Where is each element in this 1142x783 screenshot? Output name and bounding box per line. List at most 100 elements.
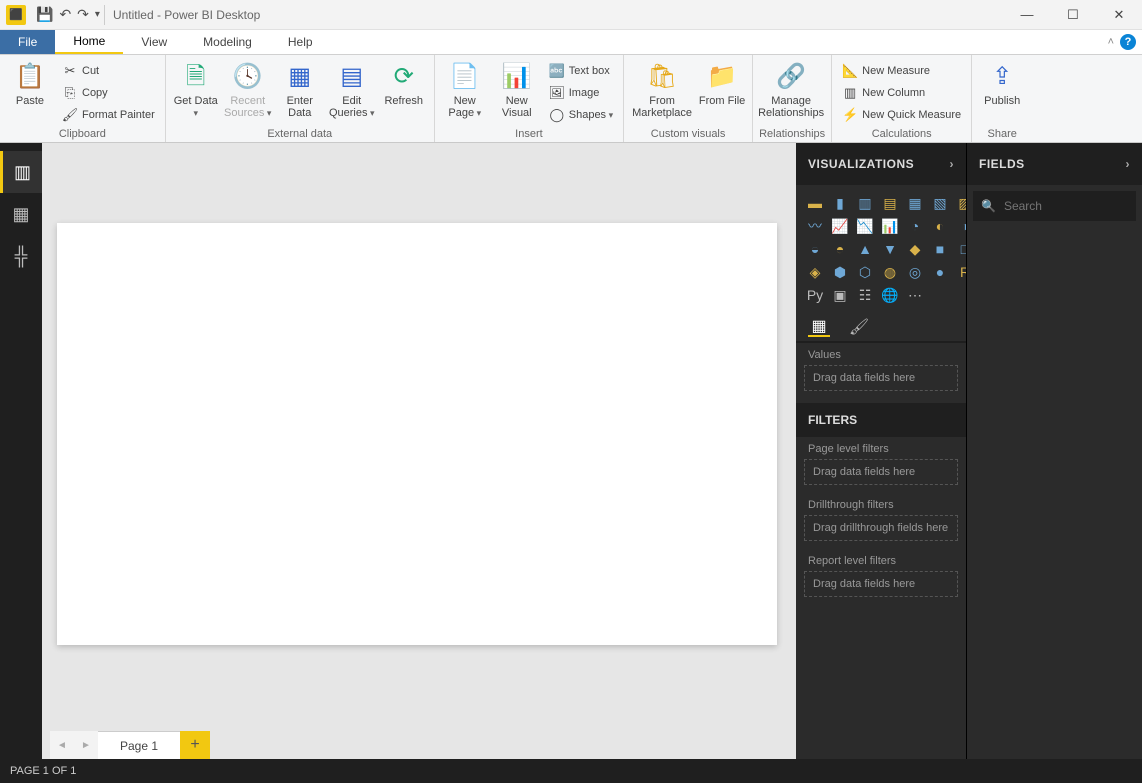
page-prev-button[interactable]: ◄ bbox=[50, 731, 74, 759]
tab-view[interactable]: View bbox=[123, 30, 185, 54]
page-filters-dropzone[interactable]: Drag data fields here bbox=[804, 459, 958, 485]
new-page-button[interactable]: 📄New Page bbox=[441, 57, 489, 119]
nav-report-button[interactable]: ▥ bbox=[0, 151, 42, 193]
viz-key-influencers-icon[interactable]: ▣ bbox=[829, 285, 851, 305]
values-dropzone[interactable]: Drag data fields here bbox=[804, 365, 958, 391]
viz-kpi-icon[interactable]: ⬡ bbox=[854, 262, 876, 282]
new-column-button[interactable]: ▥New Column bbox=[838, 83, 965, 103]
cut-button[interactable]: ✂Cut bbox=[58, 61, 159, 81]
text-box-button[interactable]: 🔤Text box bbox=[545, 61, 617, 81]
page-tab-1[interactable]: Page 1 bbox=[98, 731, 180, 759]
save-icon[interactable]: 💾 bbox=[36, 6, 53, 23]
viz-line-stacked-column-icon[interactable]: 📊 bbox=[879, 216, 901, 236]
add-page-button[interactable]: + bbox=[180, 731, 210, 759]
viz-decomposition-icon[interactable]: ☷ bbox=[854, 285, 876, 305]
viz-matrix-icon[interactable]: ● bbox=[929, 262, 951, 282]
viz-table-icon[interactable]: ◎ bbox=[904, 262, 926, 282]
viz-treemap-icon[interactable]: ▲ bbox=[854, 239, 876, 259]
new-quick-measure-button[interactable]: ⚡New Quick Measure bbox=[838, 105, 965, 125]
viz-area-icon[interactable]: 📈 bbox=[829, 216, 851, 236]
page-next-button[interactable]: ► bbox=[74, 731, 98, 759]
from-file-button[interactable]: 📁From File bbox=[698, 57, 746, 107]
shapes-label: Shapes bbox=[569, 109, 613, 121]
format-painter-button[interactable]: 🖌Format Painter bbox=[58, 105, 159, 125]
window-title: Untitled - Power BI Desktop bbox=[113, 8, 260, 22]
shapes-button[interactable]: ◯Shapes bbox=[545, 105, 617, 125]
format-painter-label: Format Painter bbox=[82, 109, 155, 121]
drillthrough-label: Drillthrough filters bbox=[796, 493, 966, 515]
tab-help[interactable]: Help bbox=[270, 30, 331, 54]
cut-icon: ✂ bbox=[62, 63, 78, 79]
viz-clustered-column-icon[interactable]: ▤ bbox=[879, 193, 901, 213]
viz-filled-map-icon[interactable]: ◆ bbox=[904, 239, 926, 259]
viz-card-icon[interactable]: ◈ bbox=[804, 262, 826, 282]
viz-100-bar-icon[interactable]: ▦ bbox=[904, 193, 926, 213]
format-tool-icon[interactable]: 🖌 bbox=[848, 317, 870, 337]
edit-queries-icon: ▤ bbox=[336, 61, 368, 93]
new-visual-button[interactable]: 📊New Visual bbox=[493, 57, 541, 119]
fields-search-input[interactable] bbox=[1004, 199, 1142, 213]
edit-queries-label: Edit Queries bbox=[328, 95, 376, 119]
marketplace-label: From Marketplace bbox=[630, 95, 694, 119]
copy-button[interactable]: ⎘Copy bbox=[58, 83, 159, 103]
drillthrough-dropzone[interactable]: Drag drillthrough fields here bbox=[804, 515, 958, 541]
page-tabs: ◄ ► Page 1 + bbox=[50, 731, 210, 759]
collapse-ribbon-icon[interactable]: ˄ bbox=[1108, 36, 1114, 48]
help-icon[interactable]: ? bbox=[1120, 34, 1136, 50]
viz-pie-icon[interactable]: ◒ bbox=[804, 239, 826, 259]
publish-label: Publish bbox=[984, 95, 1020, 107]
viz-arc-gis-icon[interactable]: 🌐 bbox=[879, 285, 901, 305]
manage-relationships-button[interactable]: 🔗Manage Relationships bbox=[759, 57, 823, 119]
tab-file[interactable]: File bbox=[0, 30, 55, 54]
nav-data-button[interactable]: ▦ bbox=[0, 193, 42, 235]
nav-model-button[interactable]: ╬ bbox=[0, 235, 42, 277]
from-marketplace-button[interactable]: 🛍From Marketplace bbox=[630, 57, 694, 119]
group-clipboard-label: Clipboard bbox=[6, 128, 159, 142]
viz-stacked-bar-icon[interactable]: ▬ bbox=[804, 193, 826, 213]
new-measure-button[interactable]: 📐New Measure bbox=[838, 61, 965, 81]
image-button[interactable]: 🖼Image bbox=[545, 83, 617, 103]
app-icon: ⬛ bbox=[6, 5, 26, 25]
viz-line-clustered-column-icon[interactable]: ◔ bbox=[904, 216, 926, 236]
viz-clustered-bar-icon[interactable]: ▮ bbox=[829, 193, 851, 213]
viz-more-icon[interactable]: ⋯ bbox=[904, 285, 926, 305]
tab-home[interactable]: Home bbox=[55, 30, 123, 54]
viz-multi-row-card-icon[interactable]: ⬢ bbox=[829, 262, 851, 282]
viz-py-visual-icon[interactable]: Py bbox=[804, 285, 826, 305]
refresh-button[interactable]: ⟳Refresh bbox=[380, 57, 428, 107]
minimize-button[interactable]: — bbox=[1004, 0, 1050, 30]
collapse-fields-icon[interactable]: › bbox=[1126, 157, 1131, 171]
viz-line-icon[interactable]: 〰 bbox=[804, 216, 826, 236]
viz-donut-icon[interactable]: ◓ bbox=[829, 239, 851, 259]
fields-search[interactable]: 🔍 bbox=[973, 191, 1136, 221]
recent-sources-button[interactable]: 🕓Recent Sources bbox=[224, 57, 272, 119]
publish-button[interactable]: ⇪Publish bbox=[978, 57, 1026, 107]
undo-icon[interactable]: ↶ bbox=[59, 6, 71, 23]
enter-data-button[interactable]: ▦Enter Data bbox=[276, 57, 324, 119]
close-button[interactable]: ✕ bbox=[1096, 0, 1142, 30]
status-text: PAGE 1 OF 1 bbox=[10, 765, 76, 777]
group-clipboard: 📋 Paste ✂Cut ⎘Copy 🖌Format Painter Clipb… bbox=[0, 55, 166, 142]
collapse-viz-icon[interactable]: › bbox=[950, 157, 955, 171]
status-bar: PAGE 1 OF 1 bbox=[0, 759, 1142, 783]
viz-funnel-icon[interactable]: ■ bbox=[929, 239, 951, 259]
viz-map-icon[interactable]: ▼ bbox=[879, 239, 901, 259]
fields-tool-icon[interactable]: ▦ bbox=[808, 317, 830, 337]
get-data-button[interactable]: 🗎Get Data bbox=[172, 57, 220, 119]
group-custom-label: Custom visuals bbox=[630, 128, 746, 142]
viz-slicer-icon[interactable]: ◍ bbox=[879, 262, 901, 282]
report-canvas[interactable] bbox=[57, 223, 777, 645]
viz-stacked-area-icon[interactable]: 📉 bbox=[854, 216, 876, 236]
qat-dropdown-icon[interactable]: ▾ bbox=[95, 9, 100, 20]
tab-modeling[interactable]: Modeling bbox=[185, 30, 270, 54]
marketplace-icon: 🛍 bbox=[646, 61, 678, 93]
viz-stacked-column-icon[interactable]: ▥ bbox=[854, 193, 876, 213]
viz-waterfall-icon[interactable]: ◐ bbox=[929, 216, 951, 236]
redo-icon[interactable]: ↷ bbox=[77, 6, 89, 23]
maximize-button[interactable]: ☐ bbox=[1050, 0, 1096, 30]
viz-100-column-icon[interactable]: ▧ bbox=[929, 193, 951, 213]
text-box-icon: 🔤 bbox=[549, 63, 565, 79]
paste-button[interactable]: 📋 Paste bbox=[6, 57, 54, 107]
report-filters-dropzone[interactable]: Drag data fields here bbox=[804, 571, 958, 597]
edit-queries-button[interactable]: ▤Edit Queries bbox=[328, 57, 376, 119]
